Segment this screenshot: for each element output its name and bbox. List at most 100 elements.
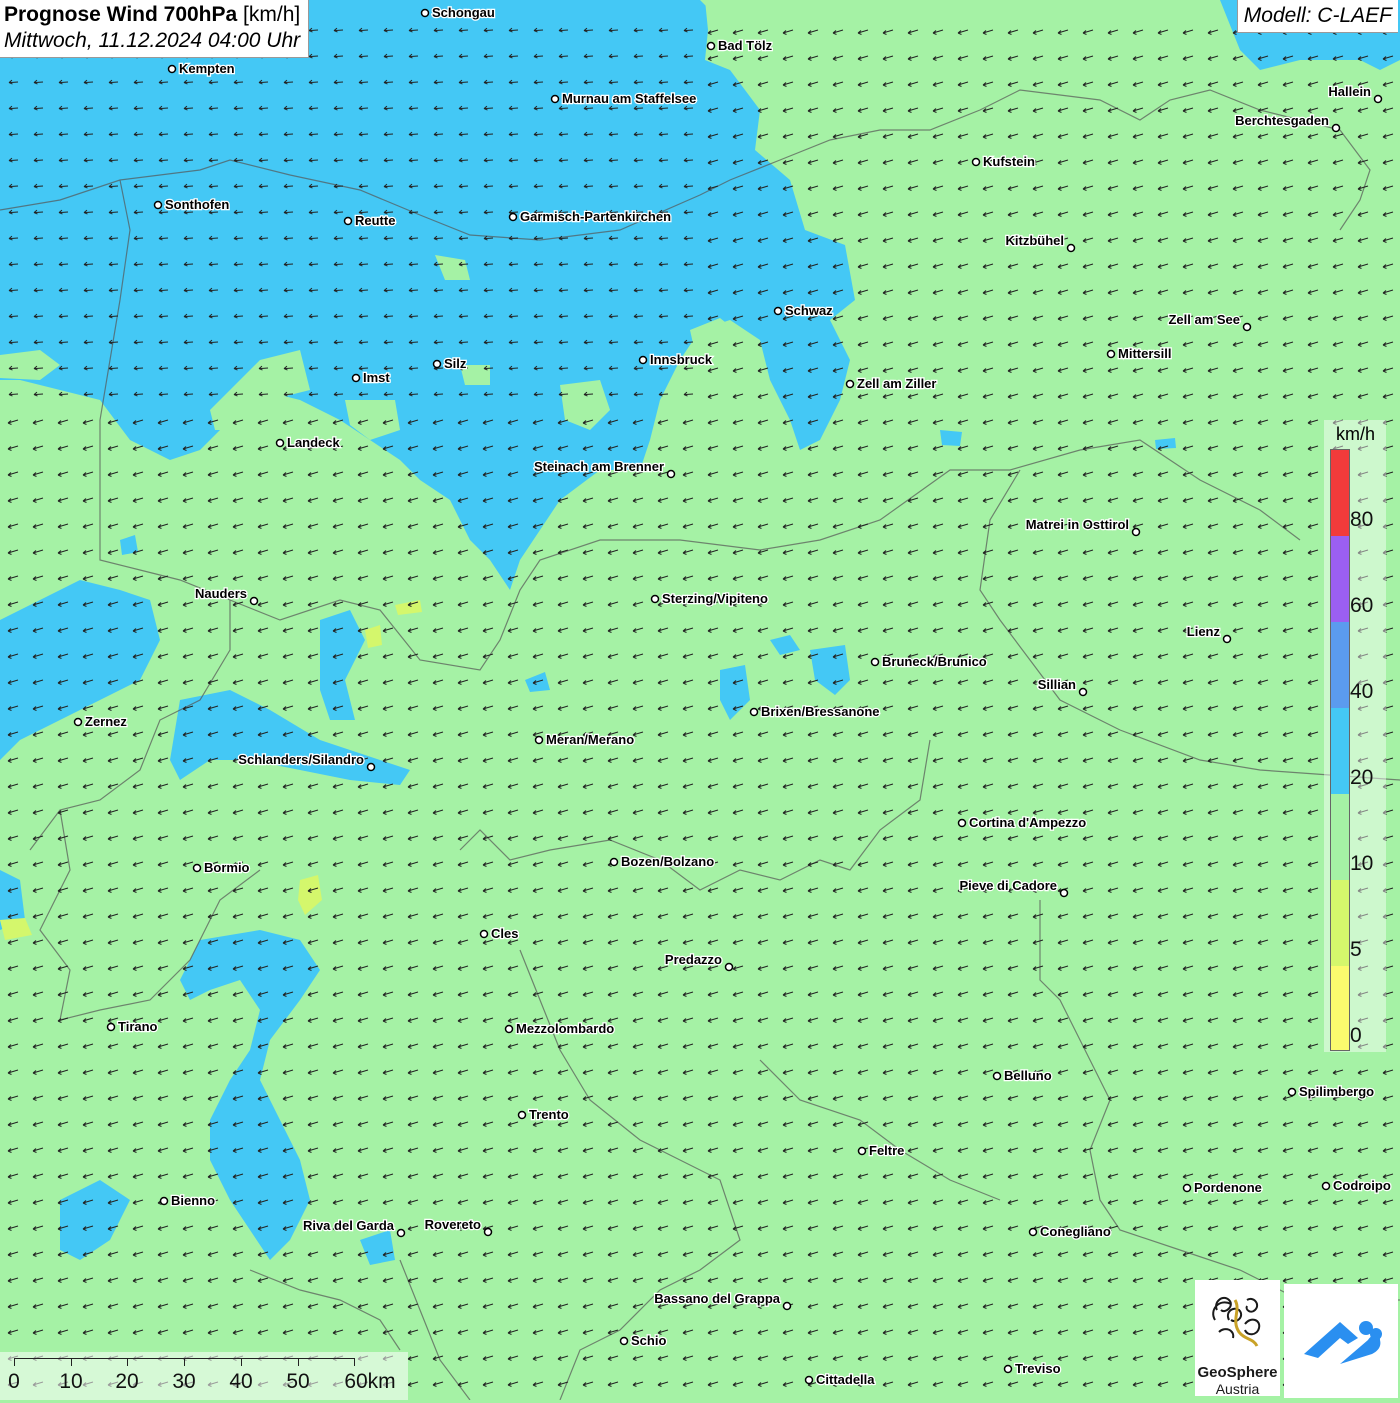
city-label: Lienz <box>1187 624 1221 639</box>
map-title-box: Prognose Wind 700hPa [km/h] Mittwoch, 11… <box>0 0 310 58</box>
legend-seg-20-40 <box>1331 708 1349 794</box>
city-dot <box>1003 1364 1013 1374</box>
city-dot <box>1059 888 1069 898</box>
scale-label: 40 <box>229 1370 253 1393</box>
city-dot <box>749 707 759 717</box>
city-label: Trento <box>529 1107 569 1122</box>
city-dot <box>666 469 676 479</box>
legend-seg-0-5 <box>1331 966 1349 1050</box>
city-label: Bassano del Grappa <box>654 1291 780 1306</box>
scale-tick <box>298 1358 299 1366</box>
model-label: Modell: C-LAEF <box>1236 0 1398 33</box>
city-dot <box>1331 123 1341 133</box>
city-label: Steinach am Brenner <box>534 459 664 474</box>
city-dot <box>366 762 376 772</box>
city-label: Murnau am Staffelsee <box>562 91 696 106</box>
legend-seg-10-20 <box>1331 794 1349 880</box>
city-dot <box>706 41 716 51</box>
city-label: Imst <box>363 370 390 385</box>
city-label: Nauders <box>195 586 247 601</box>
city-dot <box>343 216 353 226</box>
city-label: Berchtesgaden <box>1235 113 1329 128</box>
city-label: Riva del Garda <box>303 1218 395 1233</box>
city-label: Innsbruck <box>650 352 713 367</box>
legend-seg-40-60 <box>1331 622 1349 708</box>
app-logo[interactable] <box>1284 1284 1398 1398</box>
city-label: Sterzing/Vipiteno <box>662 591 768 606</box>
city-dot <box>504 1024 514 1034</box>
city-dot <box>351 373 361 383</box>
city-label: Zell am See <box>1168 312 1240 327</box>
city-label: Silz <box>444 356 467 371</box>
city-dot <box>1078 687 1088 697</box>
city-label: Tirano <box>118 1019 158 1034</box>
city-dot <box>650 594 660 604</box>
city-dot <box>1373 94 1383 104</box>
city-dot <box>483 1227 493 1237</box>
city-label: Pordenone <box>1194 1180 1262 1195</box>
city-dot <box>249 596 259 606</box>
city-label: Landeck <box>287 435 341 450</box>
city-dot <box>550 94 560 104</box>
city-label: Bad Tölz <box>718 38 773 53</box>
city-label: Codroipo <box>1333 1178 1391 1193</box>
scale-tick <box>127 1358 128 1366</box>
city-dot <box>432 359 442 369</box>
city-label: Feltre <box>869 1143 904 1158</box>
city-label: Bruneck/Brunico <box>882 654 987 669</box>
city-dot <box>192 863 202 873</box>
geosphere-logo[interactable]: GeoSphere Austria <box>1195 1280 1280 1397</box>
legend-label-40: 40 <box>1350 680 1374 703</box>
city-dot <box>609 857 619 867</box>
city-dot <box>1182 1183 1192 1193</box>
city-dot <box>782 1301 792 1311</box>
legend-label-0: 0 <box>1350 1024 1362 1047</box>
wind-map[interactable]: Schongau Bad Tölz Kempten Hallein Murnau am … <box>0 0 1400 1400</box>
city-dot <box>1222 634 1232 644</box>
scale-tick <box>241 1358 242 1366</box>
city-dot <box>1106 349 1116 359</box>
city-label: Conegliano <box>1040 1224 1111 1239</box>
map-title-unit: [km/h] <box>243 3 301 26</box>
city-dot <box>1287 1087 1297 1097</box>
city-label: Schlanders/Silandro <box>238 752 364 767</box>
scale-tick <box>184 1358 185 1366</box>
legend-label-20: 20 <box>1350 766 1374 789</box>
scale-label: 10 <box>59 1370 83 1393</box>
legend-color-bar <box>1330 449 1350 1051</box>
legend-unit: km/h <box>1336 424 1376 444</box>
city-label: Belluno <box>1004 1068 1052 1083</box>
city-dot <box>845 379 855 389</box>
city-label: Garmisch-Partenkirchen <box>520 209 671 224</box>
city-label: Matrei in Osttirol <box>1026 517 1129 532</box>
city-dot <box>517 1110 527 1120</box>
legend-seg-60-80 <box>1331 536 1349 622</box>
city-label: Mezzolombardo <box>516 1021 614 1036</box>
city-label: Schio <box>631 1333 666 1348</box>
scale-tick <box>354 1358 355 1366</box>
forecast-datetime: Mittwoch, 11.12.2024 04:00 Uhr <box>4 29 301 52</box>
city-dot <box>534 735 544 745</box>
map-title: Prognose Wind 700hPa <box>4 3 238 26</box>
city-label: Mittersill <box>1118 346 1171 361</box>
legend-label-5: 5 <box>1350 938 1362 961</box>
city-dot <box>638 355 648 365</box>
city-label: Schwaz <box>785 303 833 318</box>
city-dot <box>1242 322 1252 332</box>
city-label: Kufstein <box>983 154 1035 169</box>
city-dot <box>153 200 163 210</box>
city-label: Predazzo <box>665 952 722 967</box>
city-label: Cortina d'Ampezzo <box>969 815 1086 830</box>
city-dot <box>1028 1227 1038 1237</box>
city-dot <box>857 1146 867 1156</box>
city-label: Meran/Merano <box>546 732 634 747</box>
city-label: Sonthofen <box>165 197 229 212</box>
scale-tick <box>14 1358 15 1366</box>
city-dot <box>73 717 83 727</box>
city-dot <box>396 1228 406 1238</box>
legend-label-80: 80 <box>1350 508 1374 531</box>
city-dot <box>1321 1181 1331 1191</box>
mountain-cloud-icon <box>1304 1321 1382 1364</box>
city-dot <box>1131 527 1141 537</box>
city-dot <box>159 1196 169 1206</box>
